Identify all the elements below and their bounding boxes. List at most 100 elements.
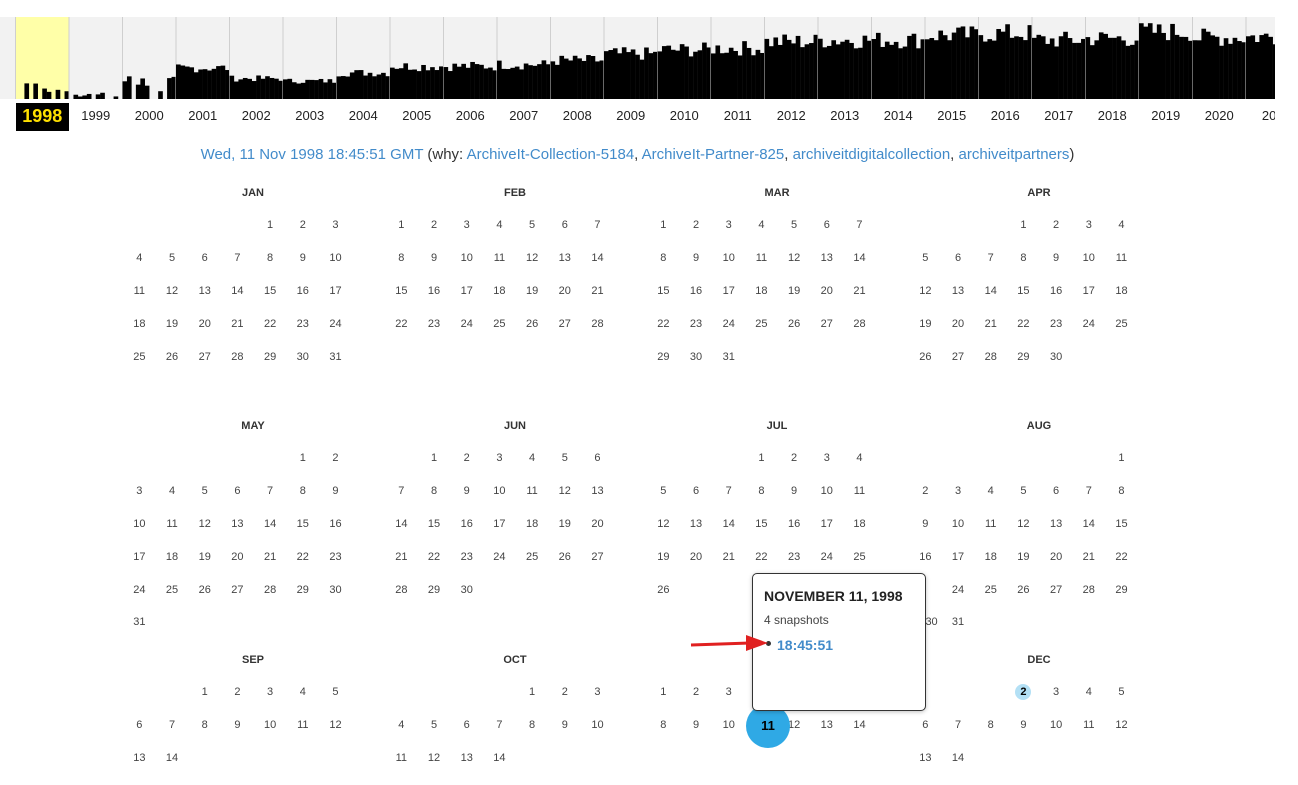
year-2007[interactable]: 2007 xyxy=(497,103,551,131)
day-6: 6 xyxy=(922,718,929,731)
year-2016[interactable]: 2016 xyxy=(979,103,1033,131)
day-5: 5 xyxy=(529,219,536,231)
day-11: 11 xyxy=(853,484,866,497)
day-6: 6 xyxy=(136,718,143,731)
empty-day xyxy=(188,219,221,252)
day-1: 1 xyxy=(758,452,765,464)
year-2012[interactable]: 2012 xyxy=(765,103,819,131)
year-1998[interactable]: 1998 xyxy=(15,103,69,131)
sparkline-bar xyxy=(86,93,92,99)
sparkline-bar xyxy=(216,66,221,99)
sparkline-bar xyxy=(697,50,703,99)
sparkline-bar xyxy=(657,51,663,99)
empty-day xyxy=(909,219,942,252)
empty-day xyxy=(123,452,156,485)
year-2003[interactable]: 2003 xyxy=(283,103,337,131)
year-2011[interactable]: 2011 xyxy=(711,103,765,131)
year-2004[interactable]: 2004 xyxy=(337,103,391,131)
day-5: 5 xyxy=(660,484,667,497)
red-arrow-icon xyxy=(690,635,768,651)
day-20: 20 xyxy=(1049,550,1063,563)
year-2020[interactable]: 2020 xyxy=(1193,103,1247,131)
year-2019[interactable]: 2019 xyxy=(1139,103,1193,131)
day-30: 30 xyxy=(296,350,309,363)
capture-sparkline[interactable] xyxy=(0,17,1275,99)
year-selector: 7199819992000200120022003200420052006200… xyxy=(0,103,1275,131)
reason-link-4[interactable]: archiveitpartners xyxy=(959,146,1070,163)
year-2013[interactable]: 2013 xyxy=(818,103,872,131)
sparkline-bar xyxy=(113,96,119,99)
empty-day xyxy=(418,686,451,719)
reason-link-1[interactable]: ArchiveIt-Collection-5184 xyxy=(467,146,635,163)
day-9: 9 xyxy=(332,484,339,497)
year-2006[interactable]: 2006 xyxy=(444,103,498,131)
sparkline-bar xyxy=(639,59,645,99)
day-11: 11 xyxy=(395,751,408,764)
year-2021[interactable]: 202 xyxy=(1246,103,1275,131)
day-15: 15 xyxy=(395,284,408,297)
sparkline-bar xyxy=(390,67,395,99)
year-2010[interactable]: 2010 xyxy=(658,103,712,131)
day-2[interactable]: 2 xyxy=(1007,684,1040,719)
day-14: 14 xyxy=(493,751,506,764)
year-2018[interactable]: 2018 xyxy=(1086,103,1140,131)
sparkline-bar xyxy=(514,66,520,99)
year-2015[interactable]: 2015 xyxy=(925,103,979,131)
day-9: 9 xyxy=(1020,718,1027,731)
sparkline-bar xyxy=(1076,42,1082,99)
month-oct: OCT 1 2 3 4 5 6 7 8 9 10 11 12 13 14 xyxy=(396,654,630,785)
day-11: 11 xyxy=(985,517,997,530)
day-14: 14 xyxy=(263,517,277,530)
year-2002[interactable]: 2002 xyxy=(230,103,284,131)
day-6: 6 xyxy=(692,484,700,497)
sparkline-bar xyxy=(24,83,30,99)
sparkline-bar xyxy=(345,76,351,99)
sparkline-bar xyxy=(189,67,195,99)
day-14: 14 xyxy=(722,517,735,530)
day-21: 21 xyxy=(591,284,604,297)
year-2009[interactable]: 2009 xyxy=(604,103,658,131)
sparkline-bar xyxy=(982,41,988,99)
sparkline-bar xyxy=(425,70,431,99)
year-2000[interactable]: 2000 xyxy=(123,103,177,131)
day-26: 26 xyxy=(198,583,211,596)
day-18: 18 xyxy=(755,284,768,297)
year-2017[interactable]: 2017 xyxy=(1032,103,1086,131)
reason-link-3[interactable]: archiveitdigitalcollection xyxy=(793,146,951,163)
year-2014[interactable]: 2014 xyxy=(872,103,926,131)
snapshot-time-link[interactable]: 18:45:51 xyxy=(777,637,833,653)
day-18: 18 xyxy=(853,517,866,530)
sparkline-bar xyxy=(764,38,770,99)
day-26: 26 xyxy=(787,317,801,330)
empty-day xyxy=(156,452,189,485)
year-1997[interactable]: 7 xyxy=(0,103,16,131)
day-6: 6 xyxy=(201,251,208,264)
sparkline-bar xyxy=(1103,33,1108,99)
day-23: 23 xyxy=(427,317,441,330)
sparkline-bar xyxy=(1192,40,1198,99)
sparkline-bar xyxy=(880,46,886,99)
day-9: 9 xyxy=(692,251,700,264)
year-2008[interactable]: 2008 xyxy=(551,103,605,131)
day-22: 22 xyxy=(1115,550,1128,563)
day-3: 3 xyxy=(725,219,732,231)
year-2001[interactable]: 2001 xyxy=(176,103,230,131)
year-1999[interactable]: 1999 xyxy=(69,103,123,131)
sparkline-bar xyxy=(773,37,779,99)
sparkline-bar xyxy=(421,64,426,99)
reason-link-2[interactable]: ArchiveIt-Partner-825 xyxy=(642,146,785,163)
empty-day xyxy=(123,219,156,252)
sparkline-bar xyxy=(274,78,279,99)
sparkline-bar xyxy=(1156,24,1162,99)
day-3: 3 xyxy=(725,686,732,698)
day-24: 24 xyxy=(133,583,146,596)
month-title: MAY xyxy=(241,420,265,432)
capture-date-link[interactable]: Wed, 11 Nov 1998 18:45:51 GMT xyxy=(201,146,424,163)
day-5: 5 xyxy=(1118,686,1125,698)
sparkline-bar xyxy=(256,75,261,99)
day-17: 17 xyxy=(820,517,833,530)
year-2005[interactable]: 2005 xyxy=(390,103,444,131)
day-15: 15 xyxy=(657,284,670,297)
sparkline-bar xyxy=(1250,35,1256,99)
sparkline-chart[interactable] xyxy=(0,17,1275,99)
